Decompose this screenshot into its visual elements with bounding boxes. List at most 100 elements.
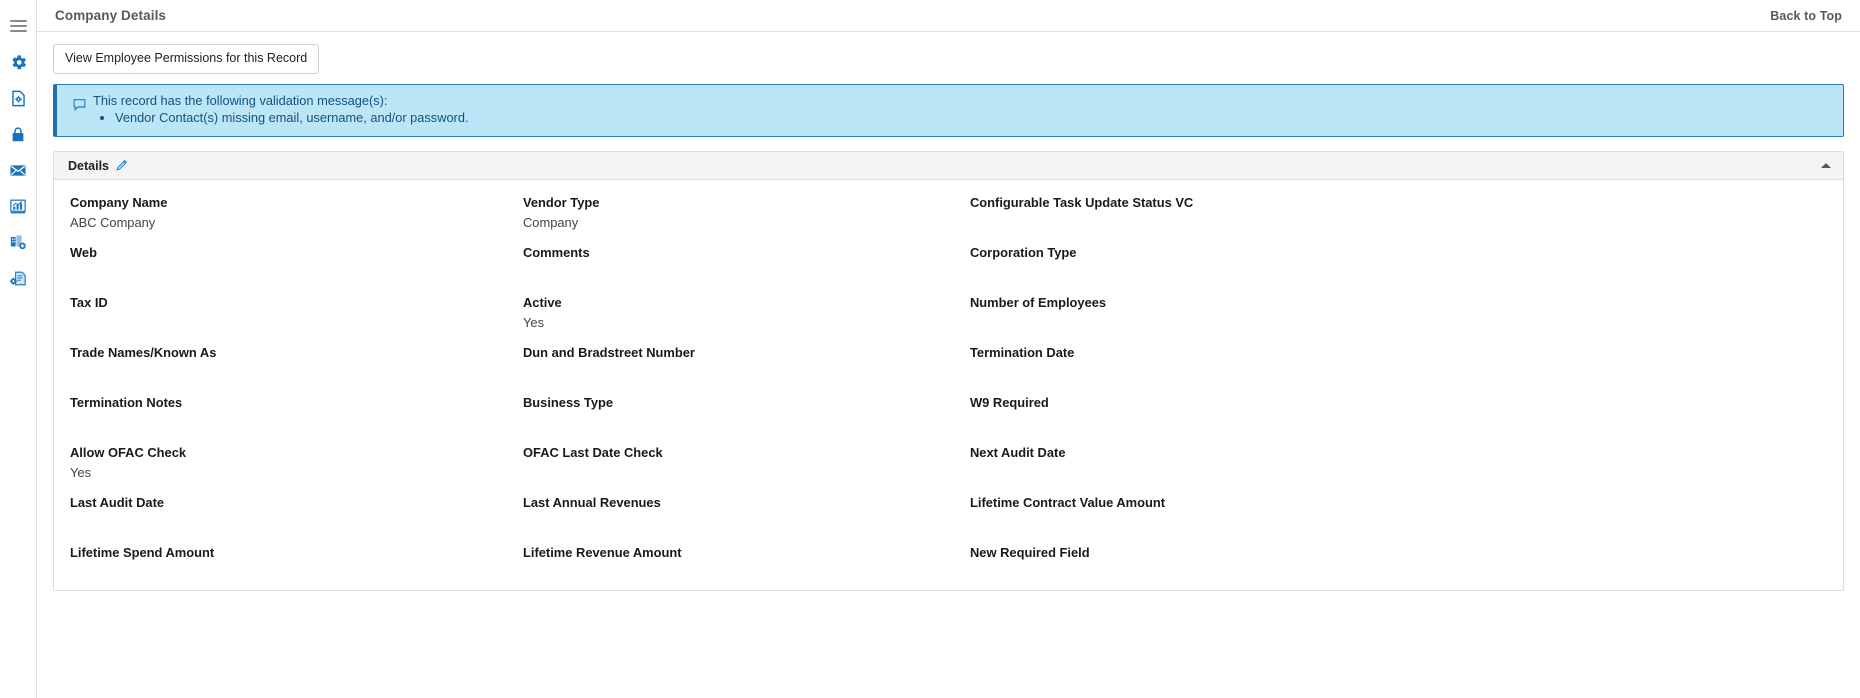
details-panel-title-wrap: Details <box>68 159 128 173</box>
caret-up-icon[interactable] <box>1821 163 1831 169</box>
field-label: Corporation Type <box>970 245 1077 261</box>
field-value: ABC Company <box>70 215 156 231</box>
banner-message-list: Vendor Contact(s) missing email, usernam… <box>93 110 469 126</box>
field-value <box>523 513 916 532</box>
field-dun-and-bradstreet-number: Dun and Bradstreet Number <box>498 340 928 390</box>
field-value <box>70 563 486 582</box>
details-field-grid: Company Name ABC Company Vendor Type Com… <box>54 190 1843 590</box>
field-label: OFAC Last Date Check <box>523 445 663 461</box>
field-active: Active Yes <box>498 290 928 340</box>
sidebar-item-document-settings[interactable] <box>0 80 37 116</box>
field-value <box>70 513 486 532</box>
sidebar-item-security[interactable] <box>0 116 37 152</box>
field-value <box>970 513 1831 532</box>
field-trade-names-known-as: Trade Names/Known As <box>54 340 498 390</box>
building-plus-icon <box>10 234 26 249</box>
action-row: View Employee Permissions for this Recor… <box>53 32 1844 84</box>
field-label: Configurable Task Update Status VC <box>970 195 1194 211</box>
field-last-audit-date: Last Audit Date <box>54 490 498 540</box>
page-body: View Employee Permissions for this Recor… <box>37 32 1860 698</box>
field-label: Termination Notes <box>70 395 183 411</box>
field-label: W9 Required <box>970 395 1049 411</box>
comment-icon <box>73 98 85 111</box>
main-content: Company Details Back to Top View Employe… <box>37 0 1860 698</box>
field-value: Yes <box>523 315 545 331</box>
field-lifetime-spend-amount: Lifetime Spend Amount <box>54 540 498 590</box>
field-label: Company Name <box>70 195 168 211</box>
field-label: Last Annual Revenues <box>523 495 661 511</box>
field-label: Trade Names/Known As <box>70 345 217 361</box>
details-panel-title: Details <box>68 158 109 173</box>
field-tax-id: Tax ID <box>54 290 498 340</box>
field-value: Yes <box>70 465 92 481</box>
page-title: Company Details <box>55 8 167 23</box>
sidebar-item-document-config[interactable] <box>0 260 37 296</box>
field-number-of-employees: Number of Employees <box>928 290 1843 340</box>
hamburger-icon <box>9 20 27 32</box>
details-panel-body: Company Name ABC Company Vendor Type Com… <box>54 180 1843 590</box>
field-label: Number of Employees <box>970 295 1107 311</box>
field-value <box>70 363 486 382</box>
document-cog-icon <box>9 271 26 285</box>
pencil-icon[interactable] <box>115 159 128 172</box>
document-gear-icon <box>11 90 25 106</box>
field-allow-ofac-check: Allow OFAC Check Yes <box>54 440 498 490</box>
field-label: Dun and Bradstreet Number <box>523 345 695 361</box>
sidebar-item-add-company[interactable] <box>0 224 37 260</box>
view-employee-permissions-button[interactable]: View Employee Permissions for this Recor… <box>53 44 320 74</box>
field-value <box>970 263 1831 282</box>
field-label: Last Audit Date <box>70 495 165 511</box>
details-panel: Details Company Name ABC Company Vendor … <box>53 151 1844 592</box>
field-label: Termination Date <box>970 345 1075 361</box>
banner-lead: This record has the following validation… <box>93 92 388 108</box>
sidebar-item-settings[interactable] <box>0 44 37 80</box>
field-lifetime-revenue-amount: Lifetime Revenue Amount <box>498 540 928 590</box>
field-value <box>523 563 916 582</box>
field-value <box>970 313 1831 332</box>
field-value <box>970 563 1831 582</box>
field-new-required-field: New Required Field <box>928 540 1843 590</box>
envelope-icon <box>10 164 26 176</box>
field-label: Lifetime Spend Amount <box>70 545 215 561</box>
field-vendor-type: Vendor Type Company <box>498 190 928 240</box>
field-business-type: Business Type <box>498 390 928 440</box>
field-value <box>970 363 1831 382</box>
app-root: Company Details Back to Top View Employe… <box>0 0 1860 698</box>
field-value: Company <box>523 215 579 231</box>
validation-banner: This record has the following validation… <box>53 83 1844 138</box>
sidebar-item-messages[interactable] <box>0 152 37 188</box>
field-value <box>970 213 1831 232</box>
field-configurable-task-update-status-vc: Configurable Task Update Status VC <box>928 190 1843 240</box>
field-label: Comments <box>523 245 590 261</box>
field-value <box>970 413 1831 432</box>
banner-icon-wrap <box>65 93 93 113</box>
field-termination-notes: Termination Notes <box>54 390 498 440</box>
field-value <box>970 463 1831 482</box>
field-value <box>523 463 916 482</box>
field-comments: Comments <box>498 240 928 290</box>
field-termination-date: Termination Date <box>928 340 1843 390</box>
field-label: Active <box>523 295 562 311</box>
field-company-name: Company Name ABC Company <box>54 190 498 240</box>
field-label: Allow OFAC Check <box>70 445 187 461</box>
field-ofac-last-date-check: OFAC Last Date Check <box>498 440 928 490</box>
back-to-top-link[interactable]: Back to Top <box>1770 9 1842 23</box>
field-value <box>523 413 916 432</box>
field-value <box>70 313 486 332</box>
field-value <box>523 263 916 282</box>
sidebar-item-reports[interactable] <box>0 188 37 224</box>
field-label: Web <box>70 245 97 261</box>
field-corporation-type: Corporation Type <box>928 240 1843 290</box>
top-bar: Company Details Back to Top <box>37 0 1860 32</box>
left-icon-rail <box>0 0 37 698</box>
field-value <box>523 363 916 382</box>
field-value <box>70 263 486 282</box>
gear-icon <box>11 54 26 69</box>
field-label: Next Audit Date <box>970 445 1066 461</box>
chart-bar-icon <box>10 199 26 213</box>
field-label: New Required Field <box>970 545 1090 561</box>
field-label: Vendor Type <box>523 195 600 211</box>
details-panel-header: Details <box>54 152 1843 181</box>
field-w9-required: W9 Required <box>928 390 1843 440</box>
menu-toggle-button[interactable] <box>0 8 37 44</box>
